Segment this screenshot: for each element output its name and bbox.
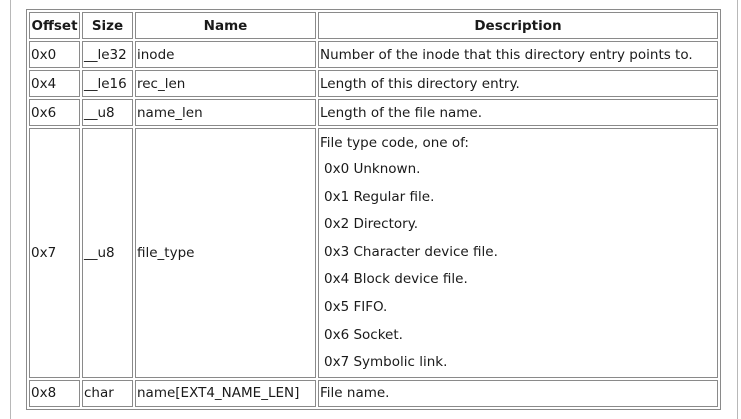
cell-description: File name. [318,379,718,407]
cell-offset: 0x4 [29,70,80,97]
table-row: 0x6 __u8 name_len Length of the file nam… [29,99,718,126]
file-type-option: 0x2 Directory. [324,216,419,233]
table-row: 0x0 __le32 inode Number of the inode tha… [29,41,718,68]
cell-description: Length of the file name. [318,99,718,126]
directory-entry-table: Offset Size Name Description 0x0 __le32 … [26,9,721,410]
cell-offset: 0x8 [29,379,80,407]
cell-name: inode [135,41,316,68]
cell-offset: 0x0 [29,41,80,68]
table-header-row: Offset Size Name Description [29,12,718,39]
file-type-option: 0x4 Block device file. [324,271,468,288]
file-type-description: File type code, one of: 0x0 Unknown. 0x1… [320,129,716,377]
file-type-option: 0x0 Unknown. [324,161,421,177]
cell-name: name[EXT4_NAME_LEN] [135,379,316,407]
cell-offset: 0x6 [29,99,80,126]
cell-name: name_len [135,99,316,126]
cell-size: __u8 [82,99,133,126]
cell-description-file-type: File type code, one of: 0x0 Unknown. 0x1… [318,128,718,378]
file-type-option: 0x6 Socket. [324,326,403,343]
table-row: 0x8 char name[EXT4_NAME_LEN] File name. [29,379,718,407]
header-size: Size [82,12,133,39]
cell-size: __u8 [82,128,133,378]
cell-size: __le16 [82,70,133,97]
table-row: 0x7 __u8 file_type File type code, one o… [29,128,718,378]
cell-size: char [82,379,133,407]
cell-description: Number of the inode that this directory … [318,41,718,68]
file-type-option: 0x1 Regular file. [324,188,435,205]
header-name: Name [135,12,316,39]
cell-name: rec_len [135,70,316,97]
header-offset: Offset [29,12,80,39]
file-type-option: 0x5 FIFO. [324,298,388,315]
cell-description: Length of this directory entry. [318,70,718,97]
header-description: Description [318,12,718,39]
table-row: 0x4 __le16 rec_len Length of this direct… [29,70,718,97]
cell-offset: 0x7 [29,128,80,378]
cell-name: file_type [135,128,316,378]
page-right-border [737,0,738,419]
cell-size: __le32 [82,41,133,68]
file-type-option: 0x7 Symbolic link. [324,354,448,371]
file-type-intro: File type code, one of: [320,135,469,151]
file-type-option: 0x3 Character device file. [324,243,498,260]
page-left-border [10,0,11,419]
